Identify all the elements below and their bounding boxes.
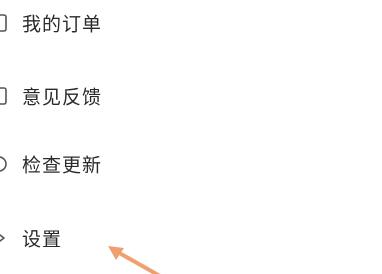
gear-icon bbox=[0, 234, 5, 242]
settings-menu-screen: 我的订单 意见反馈 检查更新 设置 bbox=[0, 0, 382, 274]
menu-item-check-update[interactable]: 检查更新 bbox=[0, 144, 382, 184]
arrow-shaft bbox=[112, 248, 161, 274]
menu-item-label: 我的订单 bbox=[22, 13, 103, 36]
menu-item-label: 设置 bbox=[22, 228, 63, 251]
menu-item-feedback[interactable]: 意见反馈 bbox=[0, 76, 382, 116]
pointer-arrow-annotation bbox=[108, 246, 161, 274]
clipboard-icon bbox=[0, 14, 7, 32]
menu-item-label: 意见反馈 bbox=[22, 86, 103, 109]
menu-item-label: 检查更新 bbox=[22, 154, 103, 177]
feedback-icon bbox=[0, 87, 7, 105]
menu-item-my-orders[interactable]: 我的订单 bbox=[0, 3, 382, 43]
menu-item-settings[interactable]: 设置 bbox=[0, 218, 382, 258]
refresh-icon bbox=[0, 156, 7, 172]
